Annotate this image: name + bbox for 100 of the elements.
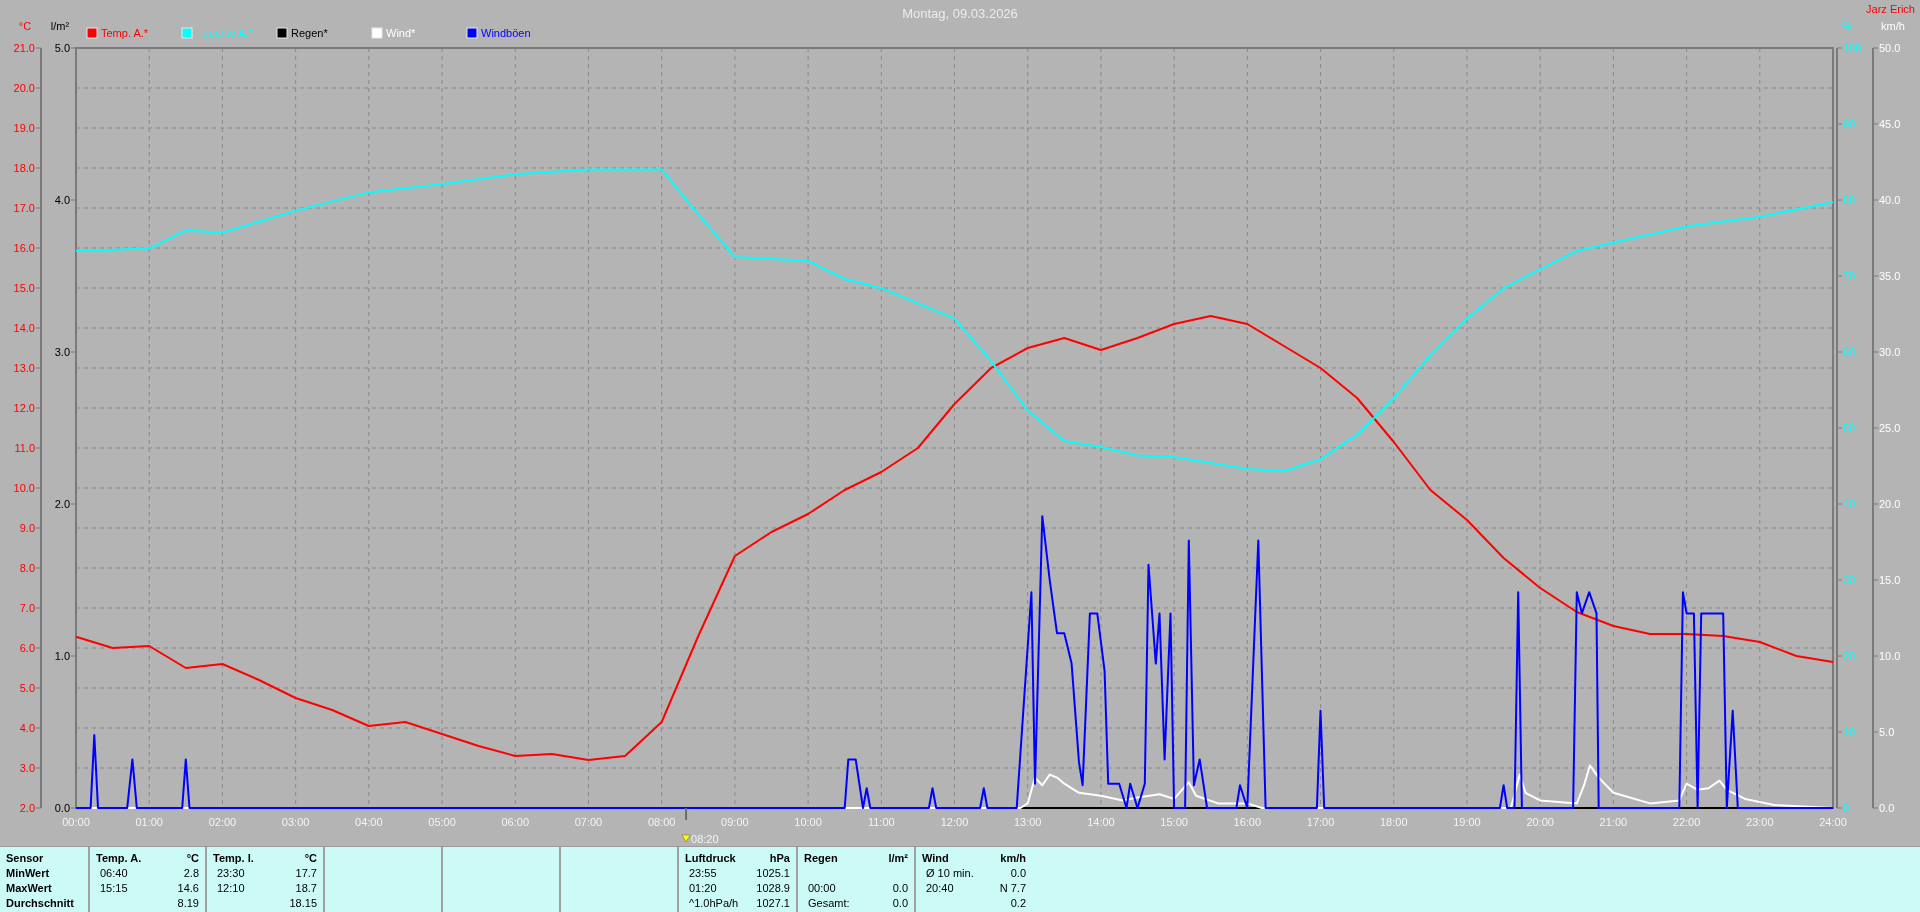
axis-tick-label: 80 xyxy=(1843,194,1856,206)
chart-title: Montag, 09.03.2026 xyxy=(902,6,1018,21)
table-cell: 2.8 xyxy=(183,866,199,881)
x-axis-label: 11:00 xyxy=(867,816,895,828)
x-axis-label: 18:00 xyxy=(1380,816,1408,828)
axis-tick-label: 15.0 xyxy=(1879,574,1901,586)
x-axis-label: 04:00 xyxy=(355,816,383,828)
legend-label: Regen* xyxy=(291,27,328,39)
table-cell: 0.0 xyxy=(892,896,908,911)
axis-unit-label: °C xyxy=(18,20,32,32)
axis-tick-label: 0.0 xyxy=(54,802,70,814)
unit-header: °C xyxy=(304,851,317,866)
x-axis-label: 24:00 xyxy=(1819,816,1847,828)
table-cell-text: 00:00 xyxy=(807,881,836,896)
axis-tick-label: 14.0 xyxy=(13,322,35,334)
table-cell: 0.2 xyxy=(1010,896,1026,911)
x-axis-label: 17:00 xyxy=(1306,816,1335,828)
table-cell: 18.7 xyxy=(295,881,317,896)
legend-label: Feuchte A.* xyxy=(196,27,253,39)
axis-tick-label: 12.0 xyxy=(13,402,35,414)
table-cell: 0.0 xyxy=(1010,866,1026,881)
x-axis-label: 12:00 xyxy=(940,816,969,828)
table-header: Sensor xyxy=(6,851,45,866)
unit-header: l/m² xyxy=(888,851,908,866)
x-axis-label: 15:00 xyxy=(1160,816,1188,828)
x-axis-label: 19:00 xyxy=(1453,816,1481,828)
axis-tick-label: 0 xyxy=(1843,802,1850,814)
axis-tick-label: 10 xyxy=(1843,726,1856,738)
axis-tick-label: 11.0 xyxy=(14,442,35,454)
axis-tick-label: 5.0 xyxy=(19,682,35,694)
unit-header: hPa xyxy=(769,851,790,866)
axis-tick-label: 6.0 xyxy=(19,642,35,654)
table-cell: 1025.1 xyxy=(756,866,790,881)
axis-tick-label: 100 xyxy=(1843,42,1862,54)
axis-tick-label: 30 xyxy=(1843,574,1856,586)
x-axis-label: 03:00 xyxy=(281,816,310,828)
axis-tick-label: 40 xyxy=(1843,498,1856,510)
table-cell: 17.7 xyxy=(295,866,317,881)
table-header: Regen xyxy=(804,851,838,866)
axis-tick-label: 1.0 xyxy=(54,650,70,662)
table-cell-text: Ø 10 min. xyxy=(925,866,974,881)
row-label: Durchschnitt xyxy=(6,896,75,911)
x-axis-label: 20:00 xyxy=(1526,816,1554,828)
x-axis-label: 10:00 xyxy=(794,816,822,828)
x-axis-label: 22:00 xyxy=(1672,816,1701,828)
axis-tick-label: 15.0 xyxy=(13,282,35,294)
legend-label: Windböen xyxy=(481,27,531,39)
axis-tick-label: 2.0 xyxy=(54,498,70,510)
table-cell-text: 01:20 xyxy=(688,881,717,896)
axis-tick-label: 90 xyxy=(1843,118,1856,130)
axis-tick-label: 40.0 xyxy=(1879,194,1901,206)
x-axis-label: 02:00 xyxy=(208,816,237,828)
table-header: Temp. A. xyxy=(96,851,142,866)
axis-tick-label: 16.0 xyxy=(13,242,35,254)
axis-tick-label: 10.0 xyxy=(1879,650,1901,662)
axis-tick-label: 8.0 xyxy=(19,562,35,574)
axis-tick-label: 19.0 xyxy=(13,122,35,134)
table-header: Temp. I. xyxy=(213,851,254,866)
x-axis-label: 13:00 xyxy=(1013,816,1042,828)
x-axis-label: 23:00 xyxy=(1746,816,1774,828)
axis-tick-label: 9.0 xyxy=(19,522,35,534)
axis-tick-label: 4.0 xyxy=(54,194,70,206)
x-axis-label: 08:00 xyxy=(647,816,676,828)
axis-tick-label: 21.0 xyxy=(13,42,35,54)
axis-tick-label: 17.0 xyxy=(13,202,35,214)
axis-tick-label: 13.0 xyxy=(13,362,35,374)
table-cell-text: 20:40 xyxy=(925,881,954,896)
x-axis-label: 06:00 xyxy=(501,816,529,828)
table-cell-text: 23:55 xyxy=(688,866,717,881)
axis-tick-label: 10.0 xyxy=(13,482,35,494)
table-cell: 0.0 xyxy=(892,881,908,896)
table-cell-text: 15:15 xyxy=(99,881,128,896)
axis-tick-label: 4.0 xyxy=(19,722,35,734)
marker-arrow-icon xyxy=(681,834,691,843)
axis-tick-label: 18.0 xyxy=(13,162,35,174)
axis-tick-label: 20 xyxy=(1843,650,1856,662)
x-axis-label: 21:00 xyxy=(1599,816,1628,828)
table-cell: 8.19 xyxy=(177,896,199,911)
axis-tick-label: 30.0 xyxy=(1879,346,1901,358)
axis-tick-label: 7.0 xyxy=(19,602,35,614)
axis-tick-label: 35.0 xyxy=(1879,270,1901,282)
axis-tick-label: 20.0 xyxy=(1879,498,1901,510)
axis-tick-label: 2.0 xyxy=(19,802,35,814)
table-cell: 1028.9 xyxy=(756,881,790,896)
x-axis-label: 09:00 xyxy=(721,816,749,828)
unit-header: °C xyxy=(186,851,199,866)
axis-tick-label: 25.0 xyxy=(1879,422,1901,434)
axis-tick-label: 5.0 xyxy=(54,42,70,54)
x-axis-label: 16:00 xyxy=(1233,816,1262,828)
axis-tick-label: 50 xyxy=(1843,422,1856,434)
x-axis-label: 14:00 xyxy=(1087,816,1115,828)
table-cell-text: 23:30 xyxy=(216,866,245,881)
table-cell-text: Gesamt: xyxy=(807,896,850,911)
table-cell: N 7.7 xyxy=(999,881,1026,896)
table-cell: 18.15 xyxy=(289,896,317,911)
axis-tick-label: 3.0 xyxy=(54,346,70,358)
axis-tick-label: 70 xyxy=(1843,270,1856,282)
legend-label: Temp. A.* xyxy=(101,27,149,39)
table-cell-text: ^1.0hPa/h xyxy=(688,896,739,911)
axis-tick-label: 20.0 xyxy=(13,82,35,94)
